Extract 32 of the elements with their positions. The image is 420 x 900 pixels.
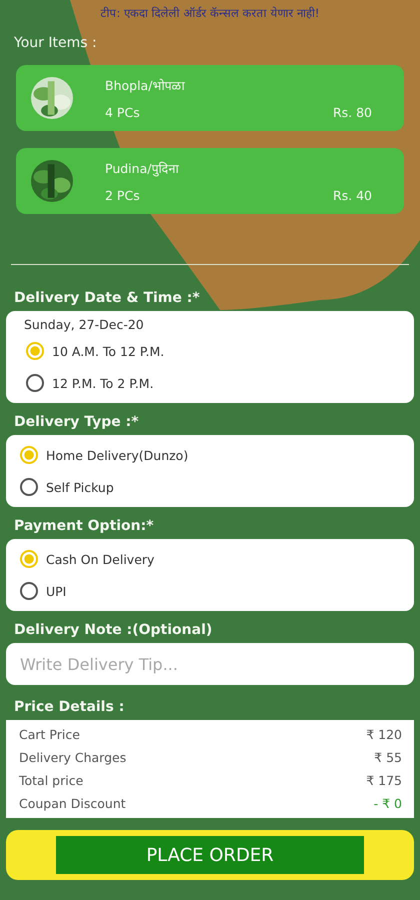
- item-name: Pudina/पुदिना: [105, 160, 178, 176]
- item-price: Rs. 40: [332, 188, 372, 202]
- option-label[interactable]: Self Pickup: [46, 480, 114, 494]
- price-label: Cart Price: [19, 727, 80, 742]
- option-label[interactable]: Cash On Delivery: [46, 552, 154, 566]
- item-quantity: 4 PCs: [105, 104, 140, 120]
- option-label[interactable]: 12 P.M. To 2 P.M.: [52, 376, 154, 390]
- price-value: ₹ 175: [366, 773, 402, 788]
- delivery-date: Sunday, 27-Dec-20: [23, 316, 145, 334]
- section-heading: Delivery Date & Time :*: [14, 290, 201, 306]
- note-heading: Delivery Note :(Optional): [14, 622, 214, 638]
- price-label: Total price: [19, 773, 84, 788]
- place-order-button[interactable]: PLACE ORDER: [56, 836, 364, 874]
- option-label[interactable]: UPI: [46, 584, 66, 598]
- price-value: ₹ 120: [366, 727, 402, 742]
- radio-button[interactable]: [26, 374, 44, 392]
- radio-button[interactable]: [20, 582, 38, 600]
- price-value: ₹ 55: [374, 750, 402, 765]
- price-heading: Price Details :: [14, 699, 126, 715]
- item-price: Rs. 80: [332, 104, 372, 120]
- section-heading: Delivery Type :*: [14, 414, 140, 430]
- price-label: Delivery Charges: [19, 750, 126, 765]
- section-heading: Payment Option:*: [14, 518, 155, 534]
- item-quantity: 2 PCs: [105, 188, 140, 202]
- option-label[interactable]: Home Delivery(Dunzo): [46, 448, 188, 462]
- option-label[interactable]: 10 A.M. To 12 P.M.: [52, 344, 164, 358]
- radio-button[interactable]: [20, 478, 38, 496]
- price-label: Coupan Discount: [19, 796, 126, 811]
- delivery-note-field[interactable]: Write Delivery Tip...: [6, 643, 414, 685]
- price-value: - ₹ 0: [374, 796, 402, 811]
- item-name: Bhopla/भोपळा: [105, 76, 184, 94]
- tip-text: टीप: एकदा दिलेली ऑर्डर कॅन्सल करता येणार नाही!: [99, 5, 321, 22]
